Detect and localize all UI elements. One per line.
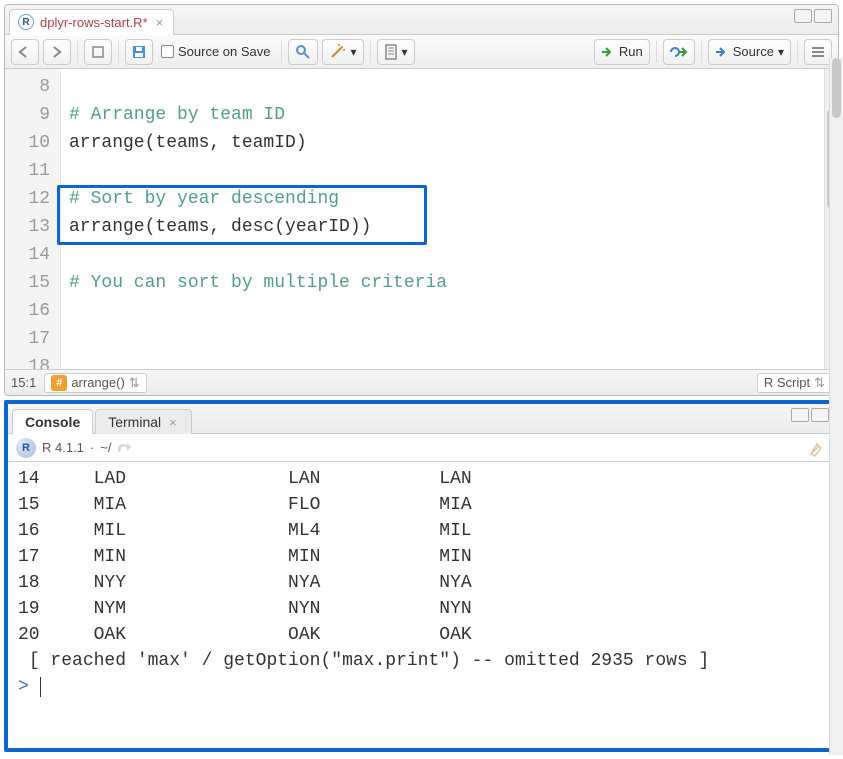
code-line[interactable]: arrange(teams, teamID) xyxy=(69,129,830,157)
run-arrow-icon xyxy=(601,46,615,58)
source-on-save-label: Source on Save xyxy=(178,44,271,59)
outline-button[interactable] xyxy=(804,39,832,65)
code-line[interactable] xyxy=(69,353,830,369)
language-label: R Script xyxy=(764,375,810,390)
console-pane-highlight: Console Terminal × R R 4.1.1 · ~/ 14 LAD… xyxy=(4,400,839,752)
file-tab[interactable]: R dplyr-rows-start.R* × xyxy=(9,9,174,35)
run-button[interactable]: Run xyxy=(594,39,650,65)
code-line[interactable]: # Sort by year descending xyxy=(69,185,830,213)
code-line[interactable] xyxy=(69,157,830,185)
rerun-icon xyxy=(670,46,688,58)
console-footer: [ reached 'max' / getOption("max.print")… xyxy=(18,648,825,674)
updown-icon: ⇅ xyxy=(814,375,825,391)
editor-tabbar: R dplyr-rows-start.R* × xyxy=(5,5,838,35)
editor-pane: R dplyr-rows-start.R* × Source on Save xyxy=(4,4,839,396)
rerun-button[interactable] xyxy=(663,39,695,65)
code-line[interactable]: # You can sort by multiple criteria xyxy=(69,269,830,297)
source-arrow-icon xyxy=(715,46,729,58)
separator-dot: · xyxy=(90,440,94,455)
wand-icon xyxy=(329,44,347,60)
console-row: 19 NYM NYN NYN xyxy=(18,596,825,622)
editor-statusbar: 15:1 # arrange() ⇅ R Script ⇅ xyxy=(5,369,838,395)
cursor-position: 15:1 xyxy=(11,375,36,390)
line-gutter: 89101112131415161718 xyxy=(5,69,61,369)
hash-badge-icon: # xyxy=(51,375,67,391)
run-label: Run xyxy=(619,44,643,59)
console-prompt[interactable]: > xyxy=(18,674,825,700)
code-line[interactable] xyxy=(69,241,830,269)
maximize-pane-icon[interactable] xyxy=(814,9,832,23)
find-button[interactable] xyxy=(288,39,318,65)
floppy-icon xyxy=(132,45,146,59)
editor-toolbar: Source on Save ▾ ▾ Run S xyxy=(5,35,838,69)
console-row: 16 MIL ML4 MIL xyxy=(18,518,825,544)
close-icon[interactable]: × xyxy=(154,15,166,30)
chevron-down-icon: ▾ xyxy=(778,45,784,59)
compile-report-button[interactable]: ▾ xyxy=(377,39,415,65)
vertical-scrollbar[interactable] xyxy=(829,404,835,748)
console-row: 20 OAK OAK OAK xyxy=(18,622,825,648)
source-on-save-toggle[interactable]: Source on Save xyxy=(157,39,275,65)
checkbox-icon xyxy=(161,45,174,58)
r-version: R 4.1.1 xyxy=(42,440,84,455)
function-context[interactable]: # arrange() ⇅ xyxy=(44,373,146,393)
pane-window-buttons xyxy=(794,9,832,23)
close-icon[interactable]: × xyxy=(167,415,179,430)
console-subheader: R R 4.1.1 · ~/ xyxy=(8,434,835,462)
pane-window-buttons xyxy=(791,408,829,422)
source-label: Source xyxy=(733,44,774,59)
tab-terminal[interactable]: Terminal × xyxy=(95,409,192,434)
maximize-pane-icon[interactable] xyxy=(811,408,829,422)
back-button[interactable] xyxy=(11,39,39,65)
console-output[interactable]: 14 LAD LAN LAN15 MIA FLO MIA16 MIL ML4 M… xyxy=(8,462,835,704)
code-line[interactable] xyxy=(69,325,830,353)
broom-icon[interactable] xyxy=(807,438,827,458)
console-tabbar: Console Terminal × xyxy=(8,404,835,434)
code-tools-button[interactable]: ▾ xyxy=(322,39,364,65)
show-in-new-window-button[interactable] xyxy=(84,39,112,65)
code-line[interactable]: # Arrange by team ID xyxy=(69,101,830,129)
notebook-icon xyxy=(384,44,398,60)
tab-console-label: Console xyxy=(25,414,80,430)
code-line[interactable]: arrange(teams, desc(yearID)) xyxy=(69,213,830,241)
console-row: 14 LAD LAN LAN xyxy=(18,466,825,492)
language-selector[interactable]: R Script ⇅ xyxy=(757,373,832,393)
r-logo-icon: R xyxy=(16,438,36,458)
function-context-label: arrange() xyxy=(71,375,124,390)
console-row: 15 MIA FLO MIA xyxy=(18,492,825,518)
save-button[interactable] xyxy=(125,39,153,65)
tab-console[interactable]: Console xyxy=(12,409,93,434)
code-content[interactable]: # Arrange by team IDarrange(teams, teamI… xyxy=(61,69,838,369)
console-row: 17 MIN MIN MIN xyxy=(18,544,825,570)
tab-terminal-label: Terminal xyxy=(108,414,161,430)
updown-icon: ⇅ xyxy=(129,375,140,391)
minimize-pane-icon[interactable] xyxy=(794,9,812,23)
forward-button[interactable] xyxy=(43,39,71,65)
outline-icon xyxy=(811,46,825,58)
chevron-down-icon: ▾ xyxy=(402,45,408,59)
r-file-icon: R xyxy=(18,14,34,30)
working-directory[interactable]: ~/ xyxy=(100,440,111,455)
code-line[interactable] xyxy=(69,297,830,325)
file-tab-label: dplyr-rows-start.R* xyxy=(40,15,148,30)
minimize-pane-icon[interactable] xyxy=(791,408,809,422)
share-arrow-icon[interactable] xyxy=(117,442,131,454)
chevron-down-icon: ▾ xyxy=(351,45,357,59)
source-button[interactable]: Source ▾ xyxy=(708,39,791,65)
search-icon xyxy=(295,44,311,60)
editor-area[interactable]: 89101112131415161718 # Arrange by team I… xyxy=(5,69,838,369)
console-pane: Console Terminal × R R 4.1.1 · ~/ 14 LAD… xyxy=(8,404,835,748)
console-row: 18 NYY NYA NYA xyxy=(18,570,825,596)
code-line[interactable] xyxy=(69,73,830,101)
